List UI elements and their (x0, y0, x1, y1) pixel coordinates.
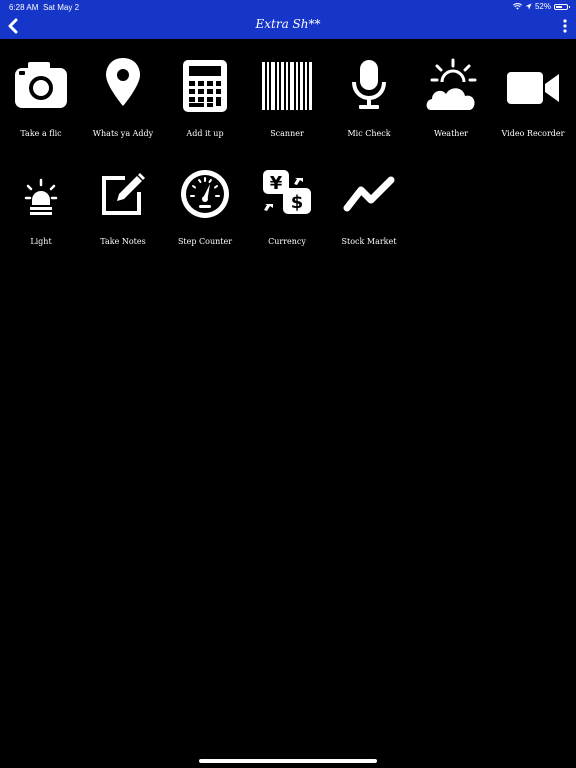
tile-scanner[interactable]: Scanner (246, 56, 328, 150)
tile-label: Weather (434, 129, 468, 138)
tile-take-a-flic[interactable]: Take a flic (0, 56, 82, 150)
tile-add-it-up[interactable]: Add it up (164, 56, 246, 150)
home-indicator[interactable] (199, 759, 377, 763)
tile-mic-check[interactable]: Mic Check (328, 56, 410, 150)
barcode-icon (262, 62, 312, 110)
battery-icon (554, 3, 570, 10)
tile-label: Scanner (270, 129, 304, 138)
status-indicators: 52% (512, 2, 570, 11)
header-bar: 6:28 AM Sat May 2 52% Extra Sh** (0, 0, 576, 39)
tile-label: Light (30, 237, 52, 246)
tile-label: Currency (268, 237, 306, 246)
more-options-icon[interactable] (562, 18, 568, 34)
tile-video-recorder[interactable]: Video Recorder (492, 56, 574, 150)
notes-icon (102, 173, 145, 215)
tile-whats-ya-addy[interactable]: Whats ya Addy (82, 56, 164, 150)
tile-label: Video Recorder (501, 129, 565, 138)
currency-icon: ¥ $ (263, 170, 311, 214)
wifi-icon (512, 3, 522, 10)
video-camera-icon (507, 72, 559, 104)
tile-label: Stock Market (341, 237, 397, 246)
light-icon (24, 178, 58, 215)
tile-label: Add it up (186, 129, 224, 138)
tile-stock-market[interactable]: Stock Market (328, 174, 410, 268)
tile-step-counter[interactable]: Step Counter (164, 170, 246, 268)
svg-text:$: $ (291, 192, 304, 213)
status-time: 6:28 AM (9, 3, 39, 12)
tile-light[interactable]: Light (0, 174, 82, 268)
status-date: Sat May 2 (43, 3, 80, 12)
tile-currency[interactable]: ¥ $ Currency (246, 170, 328, 268)
tile-label: Mic Check (347, 129, 391, 138)
tile-weather[interactable]: Weather (410, 56, 492, 150)
calculator-icon (183, 60, 227, 112)
tile-label: Step Counter (177, 237, 233, 246)
svg-text:¥: ¥ (270, 173, 283, 194)
gauge-icon (181, 170, 229, 218)
battery-percent: 52% (534, 2, 551, 11)
tile-label: Take a flic (20, 129, 62, 138)
weather-icon (426, 58, 477, 110)
camera-icon (15, 62, 67, 108)
app-title: Extra Sh** (255, 17, 321, 31)
tile-label: Whats ya Addy (92, 129, 154, 138)
status-bar: 6:28 AM Sat May 2 52% (0, 0, 576, 14)
nav-bar: Extra Sh** (0, 14, 576, 39)
map-pin-icon (106, 58, 140, 106)
tile-take-notes[interactable]: Take Notes (82, 173, 164, 268)
microphone-icon (352, 60, 386, 109)
location-icon (525, 3, 532, 10)
tile-label: Take Notes (100, 237, 146, 246)
stock-chart-icon (343, 176, 395, 212)
